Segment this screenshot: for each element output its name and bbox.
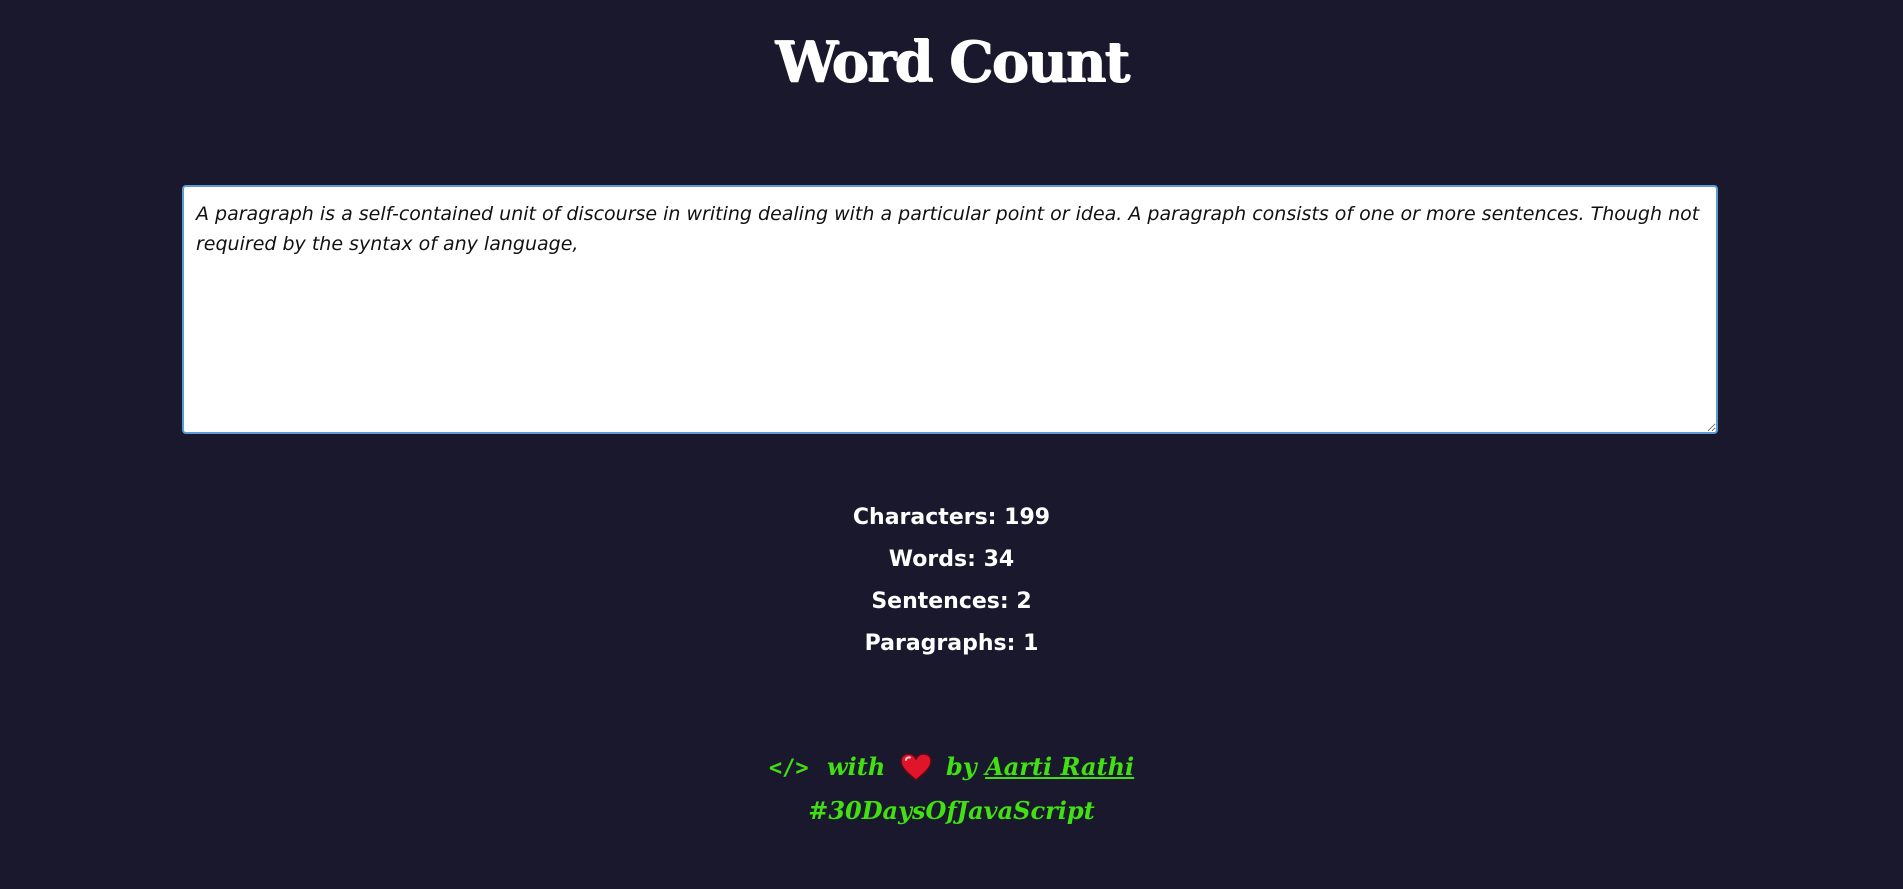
stat-sentences-value: 2: [1016, 589, 1032, 614]
author-link[interactable]: Aarti Rathi: [985, 752, 1134, 781]
stat-characters-value: 199: [1004, 505, 1051, 530]
stat-characters-label: Characters:: [852, 505, 997, 530]
stats-panel: Characters: 199 Words: 34 Sentences: 2 P…: [0, 497, 1903, 665]
footer: </> with by Aarti Rathi #30DaysOfJavaScr…: [0, 748, 1903, 830]
page: Word Count Characters: 199 Words: 34 Sen…: [0, 0, 1903, 889]
footer-hashtag: #30DaysOfJavaScript: [808, 796, 1095, 825]
stat-words: Words: 34: [0, 539, 1903, 581]
stat-paragraphs: Paragraphs: 1: [0, 623, 1903, 665]
text-input-area[interactable]: [182, 185, 1718, 434]
footer-with-text: with: [826, 752, 886, 781]
stat-words-value: 34: [983, 547, 1015, 572]
heart-icon: [899, 753, 932, 792]
stat-sentences-label: Sentences:: [871, 589, 1009, 614]
code-icon: </>: [768, 756, 809, 781]
footer-by-text: by: [945, 752, 977, 781]
footer-credit-line: </> with by Aarti Rathi: [0, 748, 1903, 792]
stat-words-label: Words:: [888, 547, 976, 572]
stat-paragraphs-value: 1: [1023, 631, 1039, 656]
page-title: Word Count: [774, 29, 1130, 95]
stat-sentences: Sentences: 2: [0, 581, 1903, 623]
stat-characters: Characters: 199: [0, 497, 1903, 539]
stat-paragraphs-label: Paragraphs:: [864, 631, 1016, 656]
